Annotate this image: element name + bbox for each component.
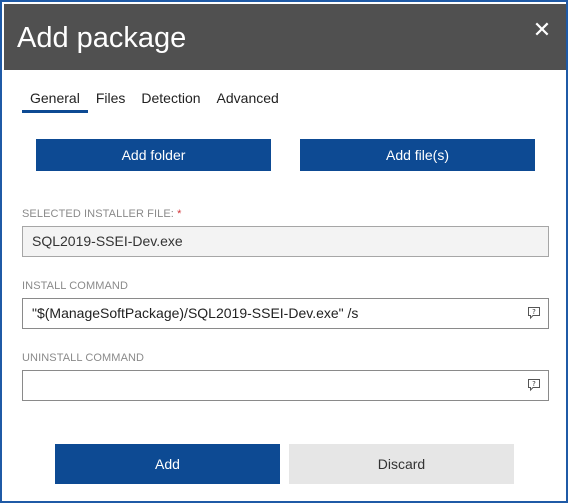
installer-file-field: SQL2019-SSEI-Dev.exe (22, 226, 549, 257)
installer-file-label: SELECTED INSTALLER FILE: * (22, 208, 182, 220)
installer-file-label-text: SELECTED INSTALLER FILE: (22, 208, 174, 220)
comment-help-icon[interactable]: ? (527, 378, 541, 392)
install-command-value: "$(ManageSoftPackage)/SQL2019-SSEI-Dev.e… (32, 305, 359, 321)
uninstall-command-label: UNINSTALL COMMAND (22, 352, 145, 364)
uninstall-command-field[interactable]: ? (22, 370, 549, 401)
comment-help-icon[interactable]: ? (527, 306, 541, 320)
add-folder-button[interactable]: Add folder (36, 139, 271, 171)
tab-general[interactable]: General (22, 88, 88, 113)
tab-detection[interactable]: Detection (133, 88, 208, 113)
install-command-field[interactable]: "$(ManageSoftPackage)/SQL2019-SSEI-Dev.e… (22, 298, 549, 329)
dialog-title: Add package (17, 22, 187, 54)
discard-button[interactable]: Discard (289, 444, 514, 484)
required-marker: * (177, 208, 182, 220)
install-command-label: INSTALL COMMAND (22, 280, 129, 292)
svg-text:?: ? (532, 380, 536, 388)
svg-text:?: ? (532, 308, 536, 316)
installer-file-value: SQL2019-SSEI-Dev.exe (32, 233, 183, 249)
tab-files[interactable]: Files (88, 88, 134, 113)
tab-bar: General Files Detection Advanced (22, 88, 287, 113)
dialog-titlebar: Add package ✕ (4, 4, 566, 70)
tab-advanced[interactable]: Advanced (209, 88, 287, 113)
add-files-button[interactable]: Add file(s) (300, 139, 535, 171)
close-icon[interactable]: ✕ (530, 18, 554, 42)
add-package-dialog: Add package ✕ General Files Detection Ad… (0, 0, 568, 503)
add-button[interactable]: Add (55, 444, 280, 484)
